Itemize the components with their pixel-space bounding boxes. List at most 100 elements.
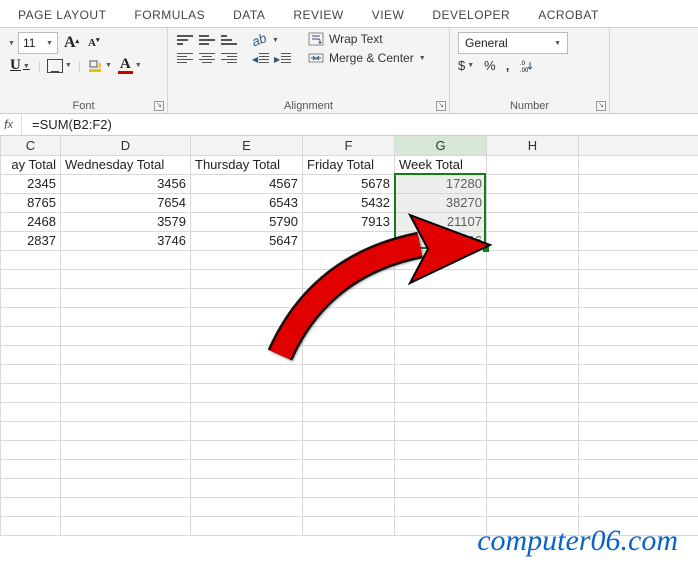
align-top-icon[interactable] xyxy=(176,33,194,47)
tab-acrobat[interactable]: ACROBAT xyxy=(524,2,613,27)
cell[interactable]: 7654 xyxy=(61,193,191,212)
align-left-icon[interactable] xyxy=(176,51,194,65)
cell[interactable]: 8765 xyxy=(1,193,61,212)
cell[interactable] xyxy=(579,193,698,212)
decrease-indent-icon[interactable]: ◀ xyxy=(252,51,270,65)
table-row xyxy=(1,345,698,364)
increase-indent-icon[interactable]: ▶ xyxy=(274,51,292,65)
cell[interactable]: 5790 xyxy=(191,212,303,231)
wrap-text-icon xyxy=(308,32,324,46)
font-size-arrow[interactable]: ▼ xyxy=(46,40,53,47)
cell[interactable]: 2837 xyxy=(1,231,61,250)
cell[interactable] xyxy=(487,231,579,250)
col-header-c[interactable]: C xyxy=(1,136,61,155)
cell[interactable]: 7913 xyxy=(303,212,395,231)
percent-format-button[interactable]: % xyxy=(484,58,496,73)
cell[interactable]: Friday Total xyxy=(303,155,395,174)
tab-data[interactable]: DATA xyxy=(219,2,279,27)
underline-button[interactable]: U ▼ xyxy=(8,57,32,74)
formula-input[interactable]: =SUM(B2:F2) xyxy=(22,117,698,132)
tab-formulas[interactable]: FORMULAS xyxy=(120,2,219,27)
col-header-f[interactable]: F xyxy=(303,136,395,155)
cell[interactable] xyxy=(579,212,698,231)
font-color-button[interactable]: A▼ xyxy=(118,58,142,74)
alignment-dialog-launcher[interactable]: ↘ xyxy=(436,101,446,111)
align-right-icon[interactable] xyxy=(220,51,238,65)
font-color-icon: A xyxy=(118,58,133,74)
comma-format-button[interactable]: , xyxy=(506,58,510,73)
cell[interactable]: 6543 xyxy=(191,193,303,212)
fx-icon[interactable]: fx xyxy=(0,114,22,135)
cell[interactable]: Week Total xyxy=(395,155,487,174)
tab-pagelayout[interactable]: PAGE LAYOUT xyxy=(4,2,120,27)
fill-handle[interactable] xyxy=(483,246,489,252)
col-header-e[interactable]: E xyxy=(191,136,303,155)
cell[interactable]: 5432 xyxy=(303,193,395,212)
table-row xyxy=(1,402,698,421)
number-format-arrow[interactable]: ▼ xyxy=(554,40,561,47)
cell[interactable] xyxy=(487,174,579,193)
col-header-d[interactable]: D xyxy=(61,136,191,155)
cell[interactable]: 18896 xyxy=(395,231,487,250)
cell[interactable] xyxy=(303,231,395,250)
cell[interactable]: 5647 xyxy=(191,231,303,250)
cell[interactable] xyxy=(579,231,698,250)
group-font: ▼ 11 ▼ A▴ A▾ U ▼ | ▼ | ▼ A▼ Font xyxy=(0,28,168,113)
font-size-combo[interactable]: 11 ▼ xyxy=(18,32,58,54)
table-row xyxy=(1,326,698,345)
cell[interactable]: 3746 xyxy=(61,231,191,250)
tab-developer[interactable]: DEVELOPER xyxy=(418,2,524,27)
cell[interactable] xyxy=(487,155,579,174)
font-dialog-launcher[interactable]: ↘ xyxy=(154,101,164,111)
wrap-text-button[interactable]: Wrap Text xyxy=(308,32,426,46)
border-icon xyxy=(47,59,63,73)
orientation-icon[interactable]: ab xyxy=(250,30,271,51)
table-row xyxy=(1,307,698,326)
cell[interactable] xyxy=(579,155,698,174)
group-label-number: Number xyxy=(450,100,609,112)
cell[interactable] xyxy=(487,193,579,212)
number-dialog-launcher[interactable]: ↘ xyxy=(596,101,606,111)
cell[interactable]: 38270 xyxy=(395,193,487,212)
cell[interactable]: 3579 xyxy=(61,212,191,231)
fill-color-button[interactable]: ▼ xyxy=(87,59,112,73)
merge-center-button[interactable]: a Merge & Center ▼ xyxy=(308,51,426,65)
cell[interactable]: 2345 xyxy=(1,174,61,193)
svg-text:a: a xyxy=(315,56,318,62)
table-row xyxy=(1,269,698,288)
border-button[interactable]: ▼ xyxy=(47,59,72,73)
cell[interactable]: Thursday Total xyxy=(191,155,303,174)
align-middle-icon[interactable] xyxy=(198,33,216,47)
number-format-combo[interactable]: General ▼ xyxy=(458,32,568,54)
cell[interactable] xyxy=(579,174,698,193)
increase-decimal-button[interactable]: .0.00 xyxy=(519,59,533,73)
col-header-g[interactable]: G xyxy=(395,136,487,155)
cell[interactable]: 5678 xyxy=(303,174,395,193)
cell[interactable]: 2468 xyxy=(1,212,61,231)
cell[interactable]: Wednesday Total xyxy=(61,155,191,174)
group-alignment: ab ▼ ◀ ▶ Wrap Text a Merge & Center ▼ xyxy=(168,28,450,113)
decrease-font-icon[interactable]: A▾ xyxy=(85,35,102,51)
cell[interactable]: 3456 xyxy=(61,174,191,193)
increase-font-icon[interactable]: A▴ xyxy=(61,32,82,54)
cell[interactable]: 17280 xyxy=(395,174,487,193)
cell[interactable]: 4567 xyxy=(191,174,303,193)
table-row: ay Total Wednesday Total Thursday Total … xyxy=(1,155,698,174)
merge-arrow[interactable]: ▼ xyxy=(419,55,426,62)
cell[interactable] xyxy=(487,212,579,231)
cell[interactable]: ay Total xyxy=(1,155,61,174)
col-header-h[interactable]: H xyxy=(487,136,579,155)
tab-view[interactable]: VIEW xyxy=(358,2,419,27)
align-center-icon[interactable] xyxy=(198,51,216,65)
orientation-arrow[interactable]: ▼ xyxy=(272,37,279,44)
column-headers: C D E F G H xyxy=(1,136,698,155)
font-name-dropdown-arrow[interactable]: ▼ xyxy=(8,40,15,47)
align-bottom-icon[interactable] xyxy=(220,33,238,47)
cell[interactable]: 21107 xyxy=(395,212,487,231)
ribbon: ▼ 11 ▼ A▴ A▾ U ▼ | ▼ | ▼ A▼ Font xyxy=(0,28,698,114)
col-header-blank[interactable] xyxy=(579,136,698,155)
svg-text:.00: .00 xyxy=(520,68,529,73)
tab-review[interactable]: REVIEW xyxy=(279,2,357,27)
worksheet[interactable]: C D E F G H ay Total Wednesday Total Thu… xyxy=(0,136,698,536)
accounting-format-button[interactable]: $ ▼ xyxy=(458,58,474,73)
